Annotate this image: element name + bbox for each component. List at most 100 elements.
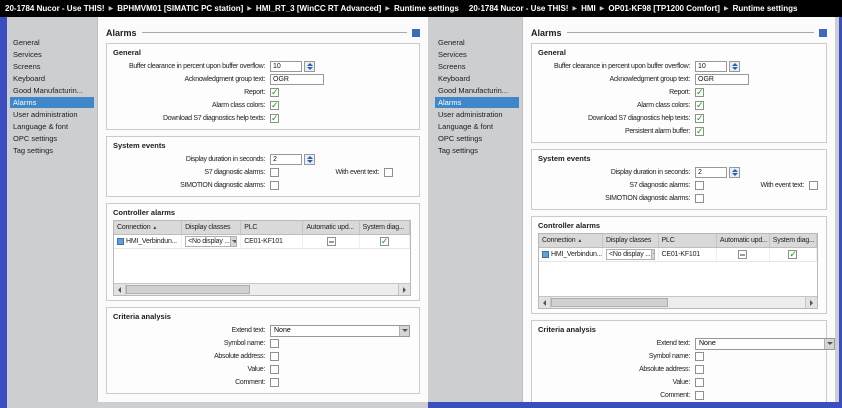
table-row[interactable]: HMI_Verbindun... <No display ... CE01-KF… bbox=[114, 235, 410, 249]
horizontal-scrollbar[interactable] bbox=[539, 296, 817, 308]
automatic-update-checkbox[interactable] bbox=[327, 237, 336, 246]
breadcrumb-segment[interactable]: HMI bbox=[581, 4, 596, 13]
scroll-left-button[interactable] bbox=[114, 284, 126, 295]
sidebar-item-opc-settings[interactable]: OPC settings bbox=[10, 133, 94, 144]
comment-checkbox[interactable] bbox=[695, 391, 704, 400]
display-classes-dropdown[interactable]: <No display ... bbox=[606, 249, 655, 260]
with-event-text-checkbox[interactable] bbox=[384, 168, 393, 177]
column-header-connection[interactable]: Connection▲ bbox=[114, 221, 182, 234]
column-header-automatic-update[interactable]: Automatic upd... bbox=[717, 234, 770, 247]
breadcrumb-segment[interactable]: HMI_RT_3 [WinCC RT Advanced] bbox=[256, 4, 381, 13]
spinner-up-icon[interactable] bbox=[307, 156, 313, 159]
spinner-up-icon[interactable] bbox=[307, 63, 313, 66]
spinner-down-icon[interactable] bbox=[732, 67, 738, 70]
buffer-clearance-input[interactable] bbox=[695, 61, 727, 72]
table-row[interactable]: HMI_Verbindun... <No display ... CE01-KF… bbox=[539, 248, 817, 262]
alarm-class-colors-checkbox[interactable] bbox=[695, 101, 704, 110]
spinner-up-icon[interactable] bbox=[732, 169, 738, 172]
spinner-down-icon[interactable] bbox=[307, 67, 313, 70]
column-header-display-classes[interactable]: Display classes bbox=[603, 234, 659, 247]
display-duration-input[interactable] bbox=[695, 167, 727, 178]
float-panel-icon[interactable] bbox=[412, 29, 420, 37]
with-event-text-checkbox[interactable] bbox=[809, 181, 818, 190]
simotion-diagnostic-alarms-checkbox[interactable] bbox=[695, 194, 704, 203]
system-diagnostics-checkbox[interactable] bbox=[380, 237, 389, 246]
dropdown-button[interactable] bbox=[824, 339, 834, 349]
alarm-class-colors-checkbox[interactable] bbox=[270, 101, 279, 110]
sidebar-item-tag-settings[interactable]: Tag settings bbox=[10, 145, 94, 156]
symbol-name-checkbox[interactable] bbox=[270, 339, 279, 348]
scrollbar-thumb[interactable] bbox=[551, 298, 668, 307]
column-header-system-diagnostics[interactable]: System diag... bbox=[360, 221, 410, 234]
persistent-alarm-buffer-checkbox[interactable] bbox=[695, 127, 704, 136]
spinner-buttons[interactable] bbox=[729, 61, 740, 72]
report-checkbox[interactable] bbox=[270, 88, 279, 97]
spinner-buttons[interactable] bbox=[729, 167, 740, 178]
column-header-plc[interactable]: PLC bbox=[241, 221, 303, 234]
sidebar-item-keyboard[interactable]: Keyboard bbox=[10, 73, 94, 84]
scrollbar-thumb[interactable] bbox=[126, 285, 250, 294]
value-checkbox[interactable] bbox=[270, 365, 279, 374]
breadcrumb-segment[interactable]: OP01-KF98 [TP1200 Comfort] bbox=[608, 4, 720, 13]
sidebar-item-alarms[interactable]: Alarms bbox=[435, 97, 519, 108]
sidebar-item-screens[interactable]: Screens bbox=[10, 61, 94, 72]
download-s7-help-checkbox[interactable] bbox=[270, 114, 279, 123]
sidebar-item-general[interactable]: General bbox=[435, 37, 519, 48]
sidebar-item-user-administration[interactable]: User administration bbox=[435, 109, 519, 120]
column-header-automatic-update[interactable]: Automatic upd... bbox=[303, 221, 359, 234]
value-checkbox[interactable] bbox=[695, 378, 704, 387]
scroll-right-button[interactable] bbox=[805, 297, 817, 308]
absolute-address-checkbox[interactable] bbox=[270, 352, 279, 361]
sidebar-item-tag-settings[interactable]: Tag settings bbox=[435, 145, 519, 156]
column-header-plc[interactable]: PLC bbox=[659, 234, 717, 247]
scroll-right-button[interactable] bbox=[398, 284, 410, 295]
plc-cell[interactable]: CE01-KF101 bbox=[659, 248, 717, 261]
symbol-name-checkbox[interactable] bbox=[695, 352, 704, 361]
sidebar-item-keyboard[interactable]: Keyboard bbox=[435, 73, 519, 84]
spinner-down-icon[interactable] bbox=[732, 173, 738, 176]
breadcrumb-segment[interactable]: Runtime settings bbox=[394, 4, 459, 13]
spinner-buttons[interactable] bbox=[304, 154, 315, 165]
sidebar-item-good-manufacturing[interactable]: Good Manufacturin... bbox=[10, 85, 94, 96]
simotion-diagnostic-alarms-checkbox[interactable] bbox=[270, 181, 279, 190]
spinner-buttons[interactable] bbox=[304, 61, 315, 72]
dropdown-button[interactable] bbox=[399, 326, 409, 336]
column-header-display-classes[interactable]: Display classes bbox=[182, 221, 241, 234]
scroll-left-button[interactable] bbox=[539, 297, 551, 308]
display-classes-dropdown[interactable]: <No display ... bbox=[185, 236, 237, 247]
breadcrumb-segment[interactable]: 20-1784 Nucor - Use THIS! bbox=[469, 4, 569, 13]
download-s7-help-checkbox[interactable] bbox=[695, 114, 704, 123]
s7-diagnostic-alarms-checkbox[interactable] bbox=[270, 168, 279, 177]
connection-cell[interactable]: HMI_Verbindun... bbox=[539, 248, 603, 261]
display-duration-input[interactable] bbox=[270, 154, 302, 165]
system-diagnostics-checkbox[interactable] bbox=[788, 250, 797, 259]
extend-text-dropdown[interactable]: None bbox=[270, 325, 410, 337]
absolute-address-checkbox[interactable] bbox=[695, 365, 704, 374]
report-checkbox[interactable] bbox=[695, 88, 704, 97]
column-header-connection[interactable]: Connection▲ bbox=[539, 234, 603, 247]
sidebar-item-alarms[interactable]: Alarms bbox=[10, 97, 94, 108]
dropdown-button[interactable] bbox=[230, 237, 238, 246]
sidebar-item-language-font[interactable]: Language & font bbox=[435, 121, 519, 132]
spinner-down-icon[interactable] bbox=[307, 160, 313, 163]
ack-group-text-input[interactable] bbox=[270, 74, 324, 85]
sidebar-item-language-font[interactable]: Language & font bbox=[10, 121, 94, 132]
horizontal-scrollbar[interactable] bbox=[114, 283, 410, 295]
sidebar-item-opc-settings[interactable]: OPC settings bbox=[435, 133, 519, 144]
dropdown-button[interactable] bbox=[651, 250, 655, 259]
extend-text-dropdown[interactable]: None bbox=[695, 338, 835, 350]
sidebar-item-services[interactable]: Services bbox=[435, 49, 519, 60]
ack-group-text-input[interactable] bbox=[695, 74, 749, 85]
breadcrumb-segment[interactable]: Runtime settings bbox=[733, 4, 798, 13]
plc-cell[interactable]: CE01-KF101 bbox=[241, 235, 303, 248]
sidebar-item-screens[interactable]: Screens bbox=[435, 61, 519, 72]
column-header-system-diagnostics[interactable]: System diag... bbox=[770, 234, 817, 247]
comment-checkbox[interactable] bbox=[270, 378, 279, 387]
spinner-up-icon[interactable] bbox=[732, 63, 738, 66]
buffer-clearance-input[interactable] bbox=[270, 61, 302, 72]
breadcrumb-segment[interactable]: 20-1784 Nucor - Use THIS! bbox=[5, 4, 105, 13]
connection-cell[interactable]: HMI_Verbindun... bbox=[114, 235, 182, 248]
sidebar-item-services[interactable]: Services bbox=[10, 49, 94, 60]
float-panel-icon[interactable] bbox=[819, 29, 827, 37]
s7-diagnostic-alarms-checkbox[interactable] bbox=[695, 181, 704, 190]
